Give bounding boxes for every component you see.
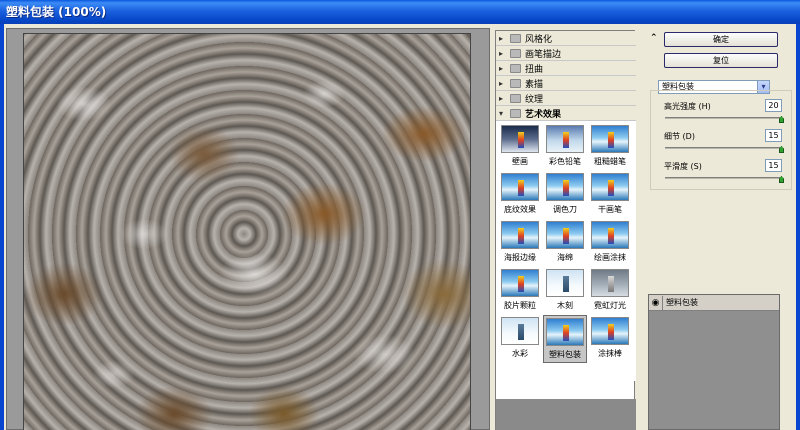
effect-layer-name: 塑料包装	[666, 298, 698, 307]
filter-category[interactable]: ▸ 画笔描边	[496, 46, 636, 61]
filter-label: 彩色铅笔	[549, 157, 581, 166]
smoothness-slider[interactable]	[665, 177, 782, 179]
filter-category[interactable]: ▾ 艺术效果	[496, 106, 636, 121]
filter-label: 胶片颗粒	[504, 301, 536, 310]
smoothness-input[interactable]: 15	[765, 159, 782, 172]
folder-icon	[510, 48, 521, 58]
category-label: 纹理	[525, 94, 544, 105]
preview-image[interactable]	[23, 33, 471, 430]
filter-preview-image	[546, 318, 584, 346]
filter-thumbnail[interactable]: 霓虹灯光	[588, 267, 632, 315]
filter-label: 粗糙蜡笔	[594, 157, 626, 166]
filter-preview-image	[501, 173, 539, 201]
detail-input[interactable]: 15	[765, 129, 782, 142]
filter-label: 海绵	[557, 253, 573, 262]
filter-category[interactable]: ▸ 纹理	[496, 91, 636, 106]
triangle-right-icon[interactable]: ▸	[499, 49, 507, 58]
filter-preview-image	[591, 317, 629, 345]
filter-preview-image	[501, 125, 539, 153]
preview-pane[interactable]	[6, 28, 490, 430]
highlight-strength-input[interactable]: 20	[765, 99, 782, 112]
detail-slider[interactable]	[665, 147, 782, 149]
filter-preview-image	[546, 221, 584, 249]
category-list: ▸ 风格化 ▸ 画笔描边 ▸ 扭曲 ▸ 素描 ▸ 纹理 ▾ 艺术效果	[496, 31, 636, 121]
window-title: 塑料包装 (100%)	[0, 0, 800, 24]
filter-preview-image	[501, 221, 539, 249]
filter-label: 木刻	[557, 301, 573, 310]
params-group: 高光强度 (H) 20 细节 (D) 15 平滑度 (S) 15	[650, 90, 792, 190]
folder-icon	[510, 93, 521, 103]
window-frame-left	[0, 24, 4, 430]
filter-thumbnail[interactable]: 干画笔	[588, 171, 632, 219]
filter-label: 塑料包装	[549, 350, 581, 359]
filter-thumbnail[interactable]: 木刻	[543, 267, 587, 315]
filter-label: 调色刀	[553, 205, 577, 214]
chevron-up-double-icon[interactable]: ⌃	[650, 33, 658, 43]
triangle-right-icon[interactable]: ▸	[499, 64, 507, 73]
filter-thumbnail[interactable]: 塑料包装	[543, 315, 587, 363]
triangle-down-icon[interactable]: ▾	[499, 109, 507, 118]
param-label-highlight: 高光强度 (H)	[664, 102, 711, 111]
category-label: 风格化	[525, 34, 553, 45]
filter-preview-image	[546, 269, 584, 297]
filter-category[interactable]: ▸ 素描	[496, 76, 636, 91]
reset-button[interactable]: 复位	[664, 53, 778, 68]
category-label: 艺术效果	[525, 109, 562, 120]
ok-button[interactable]: 确定	[664, 32, 778, 47]
filter-thumbnail[interactable]: 海绵	[543, 219, 587, 267]
filter-category[interactable]: ▸ 风格化	[496, 31, 636, 46]
window-frame-right	[796, 24, 800, 430]
filter-label: 水彩	[512, 349, 528, 358]
filter-label: 壁画	[512, 157, 528, 166]
highlight-strength-slider[interactable]	[665, 117, 782, 119]
effect-layers-panel: ◉ 塑料包装	[648, 294, 780, 430]
filter-thumbnail[interactable]: 涂抹棒	[588, 315, 632, 363]
filter-preview-image	[591, 173, 629, 201]
filter-preview-image	[546, 125, 584, 153]
filter-label: 霓虹灯光	[594, 301, 626, 310]
filter-thumbnail[interactable]: 调色刀	[543, 171, 587, 219]
folder-icon	[510, 63, 521, 73]
filter-label: 海报边缘	[504, 253, 536, 262]
filter-preview-image	[501, 269, 539, 297]
filter-label: 涂抹棒	[598, 349, 622, 358]
filter-category[interactable]: ▸ 扭曲	[496, 61, 636, 76]
category-label: 画笔描边	[525, 49, 562, 60]
effect-layer-row[interactable]: ◉ 塑料包装	[649, 295, 779, 311]
filter-preview-image	[591, 269, 629, 297]
eye-icon[interactable]: ◉	[649, 295, 663, 310]
filter-thumbnail[interactable]: 绘画涂抹	[588, 219, 632, 267]
triangle-right-icon[interactable]: ▸	[499, 94, 507, 103]
folder-icon	[510, 108, 521, 118]
triangle-right-icon[interactable]: ▸	[499, 79, 507, 88]
filter-thumbnail[interactable]: 海报边缘	[498, 219, 542, 267]
filter-label: 干画笔	[598, 205, 622, 214]
filter-preview-image	[591, 125, 629, 153]
filter-preview-image	[591, 221, 629, 249]
category-label: 素描	[525, 79, 544, 90]
param-label-detail: 细节 (D)	[664, 132, 695, 141]
filter-preview-image	[546, 173, 584, 201]
filter-thumbnails: 壁画 彩色铅笔 粗糙蜡笔底纹效果 调色刀 干画笔海报边缘 海绵 绘画涂抹胶片颗粒 木刻 霓虹灯光…	[496, 121, 636, 381]
filter-thumbnail[interactable]: 壁画	[498, 123, 542, 171]
filter-preview-image	[501, 317, 539, 345]
triangle-right-icon[interactable]: ▸	[499, 34, 507, 43]
filter-thumbnail[interactable]: 粗糙蜡笔	[588, 123, 632, 171]
category-label: 扭曲	[525, 64, 544, 75]
filter-thumbnail[interactable]: 胶片颗粒	[498, 267, 542, 315]
filter-thumbnail[interactable]: 彩色铅笔	[543, 123, 587, 171]
filter-thumbnail[interactable]: 水彩	[498, 315, 542, 363]
filter-label: 绘画涂抹	[594, 253, 626, 262]
filter-label: 底纹效果	[504, 205, 536, 214]
folder-icon	[510, 33, 521, 43]
filter-gallery-tree[interactable]: ▸ 风格化 ▸ 画笔描边 ▸ 扭曲 ▸ 素描 ▸ 纹理 ▾ 艺术效果 壁画 彩色铅笔 粗糙蜡笔底纹效果 调色…	[495, 30, 636, 430]
filter-thumbnail[interactable]: 底纹效果	[498, 171, 542, 219]
param-label-smoothness: 平滑度 (S)	[664, 162, 702, 171]
tree-empty-area	[496, 399, 636, 430]
folder-icon	[510, 78, 521, 88]
